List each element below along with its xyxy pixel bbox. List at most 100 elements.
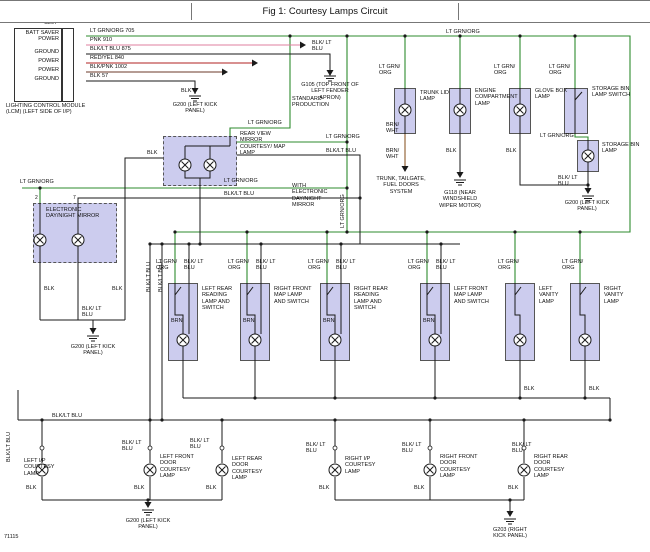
wire-label-blk-lt-blu: BLK/ LT BLU xyxy=(312,40,336,53)
wire-label-blk: BLK xyxy=(319,485,329,491)
wire-label-lt-grn-org: LT GRN/ ORG xyxy=(494,64,518,77)
component-label-left-rear-door: LEFT REAR DOOR COURTESY LAMP xyxy=(232,456,272,481)
wire-label-blk-lt-blu-vertical: BLK/LT BLU xyxy=(146,262,152,292)
note-trunk-system: TRUNK, TAILGATE, FUEL DOORS SYSTEM xyxy=(376,176,426,195)
wire-label-brn: BRN xyxy=(323,318,335,324)
figure-title-bar: Fig 1: Courtesy Lamps Circuit xyxy=(0,0,650,23)
component-label-left-ip-courtesy: LEFT I/P COURTESY LAMP xyxy=(24,458,60,477)
wire-label-blk-lt-blu: BLK/LT BLU xyxy=(224,191,254,197)
circuit-number: 705 xyxy=(125,28,134,34)
wire-label-lt-grn-org: LT GRN/ORG xyxy=(326,134,360,140)
ground-label-g203: G203 (RIGHT KICK PANEL) xyxy=(487,527,533,540)
wire-label-lt-grn-org: LT GRN/ ORG xyxy=(308,259,332,272)
lcm-connector-strip xyxy=(62,28,74,102)
wire-label-blk-lt-blu: BLK/ LT BLU xyxy=(190,438,214,451)
wire-name: BLK xyxy=(90,73,100,79)
circuit-number: 910 xyxy=(103,37,112,43)
component-label-engine-compartment-lamp: ENGINE COMPARTMENT LAMP xyxy=(475,88,527,107)
mirror-pin-2: 2 xyxy=(35,196,38,202)
component-label-day-night-mirror: ELECTRONIC DAY/NIGHT MIRROR xyxy=(46,207,104,220)
wire-label-lt-grn-org: LT GRN/ ORG xyxy=(379,64,403,77)
wire-label-blk-lt-blu: BLK/ LT BLU xyxy=(122,440,146,453)
wire-label-blk-lt-blu: BLK/LT BLU xyxy=(326,148,356,154)
wire-label-lt-grn-org: LT GRN/ ORG xyxy=(498,259,522,272)
left-vanity-lamp-box xyxy=(505,283,535,361)
storage-bin-lamp-box xyxy=(577,140,599,172)
wire-label-lt-grn-org-vertical: LT GRN/ORG xyxy=(340,194,346,228)
lcm-pin-name: POWER xyxy=(17,67,59,73)
component-label-left-rear-reading: LEFT REAR READING LAMP AND SWITCH xyxy=(202,286,240,311)
component-label-left-front-map: LEFT FRONT MAP LAMP AND SWITCH xyxy=(454,286,492,305)
circuit-number: 57 xyxy=(102,73,108,79)
component-label-left-front-door: LEFT FRONT DOOR COURTESY LAMP xyxy=(160,454,200,479)
mirror-pin-7: 7 xyxy=(73,196,76,202)
wire-label-brn: BRN xyxy=(243,318,255,324)
wire-name: LT GRN/ORG xyxy=(90,28,124,34)
wire-label-lt-grn-org: LT GRN/ORG xyxy=(540,133,574,139)
ground-label-g200-bottom: G200 (LEFT KICK PANEL) xyxy=(125,518,171,531)
wire-label-blk-lt-blu: BLK/ LT BLU xyxy=(184,259,208,272)
wire-label: PNK 910 xyxy=(90,37,112,43)
diagram-watermark: 71115 xyxy=(4,534,18,540)
ground-label-g200-right: G200 (LEFT KICK PANEL) xyxy=(564,200,610,213)
component-label-left-vanity: LEFT VANITY LAMP xyxy=(539,286,569,305)
wire-label-lt-grn-org: LT GRN/ORG xyxy=(248,120,282,126)
wire-label-blk-lt-blu: BLK/ LT BLU xyxy=(306,442,330,455)
wire-name: BLK/PNK xyxy=(90,64,113,70)
wire-label-blk: BLK xyxy=(206,485,216,491)
component-label-right-vanity: RIGHT VANITY LAMP xyxy=(604,286,634,305)
note-standard-production: STANDARD PRODUCTION xyxy=(292,96,336,109)
circuit-number: 840 xyxy=(115,55,124,61)
component-label-right-ip-courtesy: RIGHT I/P COURTESY LAMP xyxy=(345,456,383,475)
wire-label: LT GRN/ORG 705 xyxy=(90,28,134,34)
wire-label-lt-grn-org: LT GRN/ ORG xyxy=(228,259,252,272)
wire-label-blk: BLK xyxy=(181,88,191,94)
component-label-right-front-door: RIGHT FRONT DOOR COURTESY LAMP xyxy=(440,454,482,479)
inline-connectors xyxy=(40,446,526,450)
wire-label-lt-grn-org: LT GRN/ ORG xyxy=(549,64,573,77)
wire-label-blk-lt-blu: BLK/ LT BLU xyxy=(402,442,426,455)
component-label-storage-bin-lamp-switch: STORAGE BIN LAMP SWITCH xyxy=(592,86,638,99)
wire-label-blk: BLK xyxy=(524,386,534,392)
circuit-number: 1002 xyxy=(115,64,127,70)
wire-label-blk: BLK xyxy=(112,286,122,292)
wire-label-blk: BLK xyxy=(508,485,518,491)
component-label-trunk-lid-lamp: TRUNK LID LAMP xyxy=(420,90,454,103)
wire-label-brn: BRN xyxy=(171,318,183,324)
wire-label-brn-wht: BRN/ WHT xyxy=(386,148,408,161)
wire-label-lt-grn-org: LT GRN/ORG xyxy=(224,178,258,184)
lcm-pin-name: GROUND xyxy=(17,49,59,55)
wire-label-blk: BLK xyxy=(134,485,144,491)
component-label-glove-box-lamp: GLOVE BOX LAMP xyxy=(535,88,575,101)
wire-label-blk-lt-blu: BLK/ LT BLU xyxy=(512,442,536,455)
lcm-pin-name: BATT SAVER POWER xyxy=(17,30,59,43)
wire-label-brn: BRN xyxy=(423,318,435,324)
wire-label-lt-grn-org: LT GRN/ORG xyxy=(20,179,54,185)
wire-label-blk: BLK xyxy=(446,148,456,154)
ground-label-g200-top: G200 (LEFT KICK PANEL) xyxy=(172,102,218,115)
wire-label-blk: BLK xyxy=(44,286,54,292)
lcm-module-label: LIGHTING CONTROL MODULE (LCM) (LEFT SIDE… xyxy=(6,103,90,116)
wire-label-lt-grn-org: LT GRN/ ORG xyxy=(562,259,586,272)
component-label-right-rear-door: RIGHT REAR DOOR COURTESY LAMP xyxy=(534,454,574,479)
wire-label-blk: BLK xyxy=(414,485,424,491)
lcm-pin-name: GROUND xyxy=(17,76,59,82)
wire-label-blk-lt-blu: BLK/LT BLU xyxy=(52,413,82,419)
lcm-pin-name: POWER xyxy=(17,58,59,64)
wire-label-blk: BLK xyxy=(147,150,157,156)
wire-label-blk: BLK xyxy=(506,148,516,154)
wire-label: BLK/LT BLU 875 xyxy=(90,46,131,52)
wire-label: RED/YEL 840 xyxy=(90,55,124,61)
wire-label-lt-grn-org: LT GRN/ORG xyxy=(446,29,480,35)
note-with-electronic-mirror: WITH ELECTRONIC DAY/NIGHT MIRROR xyxy=(292,183,340,208)
wire-name: RED/YEL xyxy=(90,55,113,61)
ground-label-g200-mirror: G200 (LEFT KICK PANEL) xyxy=(70,344,116,357)
wire-label-blk-lt-blu: BLK/ LT BLU xyxy=(558,175,582,188)
wire-name: BLK/LT BLU xyxy=(90,46,120,52)
wire-label-blk-lt-blu: BLK/ LT BLU xyxy=(82,306,106,319)
wire-label-brn-wht: BRN/ WHT xyxy=(386,122,408,135)
wire-label: BLK/PNK 1002 xyxy=(90,64,127,70)
wire-label-blk-lt-blu: BLK/ LT BLU xyxy=(336,259,360,272)
wire-label: BLK 57 xyxy=(90,73,108,79)
component-label-rear-view-mirror: REAR VIEW MIRROR COURTESY/ MAP LAMP xyxy=(240,131,288,156)
